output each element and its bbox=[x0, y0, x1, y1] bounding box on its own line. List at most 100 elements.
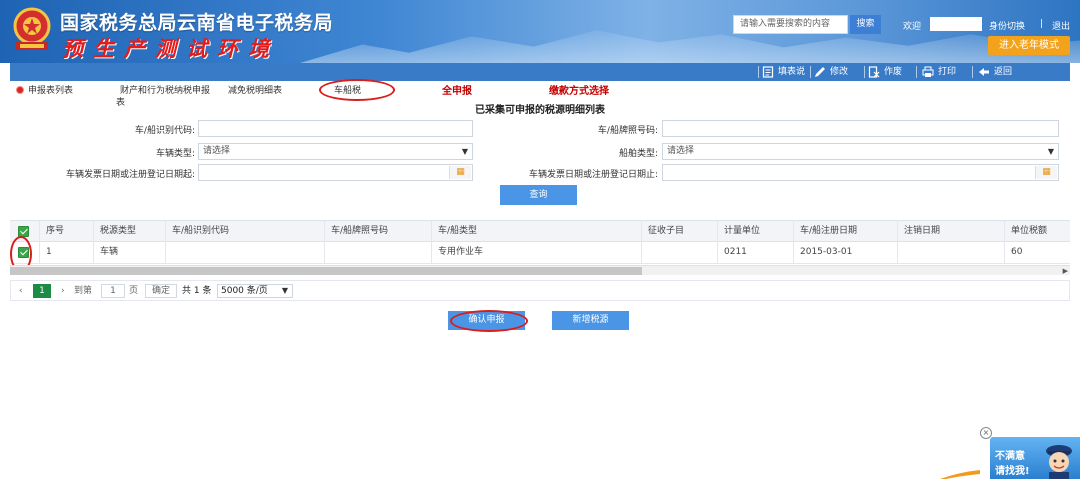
fill-guide-label: 填表说 bbox=[778, 67, 806, 77]
horizontal-scrollbar[interactable]: ▶ bbox=[10, 265, 1070, 275]
tab-property-tax-label: 财产和行为税纳税申报 bbox=[120, 86, 211, 96]
tax-emblem-icon bbox=[13, 7, 51, 50]
select-all-cell[interactable] bbox=[10, 221, 40, 242]
row-checkbox[interactable] bbox=[18, 247, 29, 258]
orange-swoosh-decoration bbox=[940, 470, 980, 479]
print-label: 打印 bbox=[938, 67, 957, 77]
row-select-cell[interactable] bbox=[10, 242, 40, 263]
page-title: 已采集可申报的税源明细列表 bbox=[475, 105, 605, 116]
column-header: 车/船牌照号码 bbox=[325, 221, 432, 242]
void-document-icon bbox=[868, 66, 880, 78]
column-header: 注销日期 bbox=[898, 221, 1005, 242]
fill-guide-button[interactable]: 填表说 bbox=[762, 63, 805, 81]
table-cell: 车辆 bbox=[94, 242, 166, 263]
tab-full-declare[interactable]: 全申报 bbox=[442, 82, 472, 97]
logout-link[interactable]: 退出 bbox=[1052, 19, 1070, 32]
date-start-label: 车辆发票日期或注册登记日期起: bbox=[65, 170, 195, 180]
print-button[interactable]: 打印 bbox=[922, 63, 956, 81]
column-header: 征收子目 bbox=[642, 221, 718, 242]
edit-label: 修改 bbox=[830, 67, 849, 77]
vehicle-type-value: 请选择 bbox=[203, 146, 231, 156]
table-cell bbox=[642, 242, 718, 263]
column-header: 车/船类型 bbox=[432, 221, 642, 242]
calendar-icon[interactable]: ▦ bbox=[449, 166, 471, 179]
calendar-icon[interactable]: ▦ bbox=[1035, 166, 1057, 179]
select-all-checkbox[interactable] bbox=[18, 226, 29, 237]
pagination-bar: ‹ 1 › 到第 1 页 确定 共 1 条 5000 条/页 ▼ bbox=[10, 280, 1070, 301]
tab-declaration-list[interactable]: 申报表列表 bbox=[16, 83, 73, 96]
page-size-value: 5000 条/页 bbox=[221, 286, 268, 296]
plate-label: 车/船牌照号码: bbox=[597, 126, 658, 136]
date-start-input[interactable]: ▦ bbox=[198, 164, 473, 181]
dropdown-arrow-icon: ▼ bbox=[461, 147, 468, 156]
toolbar-divider bbox=[810, 66, 811, 78]
add-tax-source-button[interactable]: 新增税源 bbox=[552, 311, 629, 330]
dropdown-arrow-icon: ▼ bbox=[1047, 147, 1054, 156]
ship-type-select[interactable]: 请选择 ▼ bbox=[662, 143, 1059, 160]
tab-reduction-detail[interactable]: 减免税明细表 bbox=[228, 83, 282, 96]
current-page-button[interactable]: 1 bbox=[33, 284, 51, 298]
prev-page-icon[interactable]: ‹ bbox=[19, 284, 23, 298]
vehicle-type-label: 车辆类型: bbox=[155, 149, 195, 159]
scroll-right-icon[interactable]: ▶ bbox=[1063, 266, 1068, 276]
feedback-line2: 请找我! bbox=[995, 466, 1030, 477]
site-title: 国家税务总局云南省电子税务局 bbox=[60, 12, 334, 34]
toolbar-divider bbox=[916, 66, 917, 78]
dropdown-arrow-icon: ▼ bbox=[281, 286, 288, 295]
column-header: 车/船识别代码 bbox=[166, 221, 325, 242]
column-header: 序号 bbox=[40, 221, 94, 242]
date-end-input[interactable]: ▦ bbox=[662, 164, 1059, 181]
vin-input[interactable] bbox=[198, 120, 473, 137]
column-header: 单位税额 bbox=[1011, 226, 1048, 236]
site-subtitle: 预生产测试环境 bbox=[62, 36, 279, 61]
table-cell: 2015-03-01 bbox=[794, 242, 898, 263]
tab-vehicle-tax[interactable]: 车船税 bbox=[334, 83, 361, 96]
toolbar-divider bbox=[758, 66, 759, 78]
welcome-text: 欢迎 bbox=[903, 22, 922, 32]
void-label: 作废 bbox=[884, 67, 903, 77]
table-cell: 0211 bbox=[718, 242, 794, 263]
plate-input[interactable] bbox=[662, 120, 1059, 137]
tab-payment-method[interactable]: 缴款方式选择 bbox=[549, 82, 609, 97]
feedback-widget[interactable]: 不满意 请找我! bbox=[990, 437, 1080, 479]
toolbar-divider bbox=[972, 66, 973, 78]
goto-confirm-button[interactable]: 确定 bbox=[145, 284, 177, 298]
elder-mode-button[interactable]: 进入老年模式 bbox=[988, 36, 1070, 55]
scrollbar-thumb[interactable] bbox=[10, 267, 642, 275]
site-header: 国家税务总局云南省电子税务局 预生产测试环境 请输入需要搜索的内容 搜索 欢迎 … bbox=[0, 0, 1080, 63]
page: 国家税务总局云南省电子税务局 预生产测试环境 请输入需要搜索的内容 搜索 欢迎 … bbox=[0, 0, 1080, 479]
switch-identity-link[interactable]: 身份切换 bbox=[989, 19, 1025, 32]
table-row[interactable]: 1 车辆 专用作业车 0211 2015-03-01 60 bbox=[10, 242, 1070, 264]
ship-type-value: 请选择 bbox=[667, 146, 695, 156]
edit-button[interactable]: 修改 bbox=[814, 63, 848, 81]
vehicle-type-select[interactable]: 请选择 ▼ bbox=[198, 143, 473, 160]
action-toolbar: 填表说 修改 作废 打印 返回 bbox=[10, 63, 1070, 81]
column-header: 税源类型 bbox=[94, 221, 166, 242]
table-header-row: 序号 税源类型 车/船识别代码 车/船牌照号码 车/船类型 征收子目 计量单位 … bbox=[10, 220, 1070, 242]
column-header: 计量单位 bbox=[718, 221, 794, 242]
pencil-icon bbox=[815, 67, 825, 77]
back-button[interactable]: 返回 bbox=[978, 63, 1012, 81]
confirm-declare-button[interactable]: 确认申报 bbox=[448, 311, 525, 330]
active-dot-icon bbox=[16, 86, 24, 94]
page-size-select[interactable]: 5000 条/页 ▼ bbox=[217, 284, 293, 298]
ship-type-label: 船舶类型: bbox=[618, 149, 658, 159]
void-button[interactable]: 作废 bbox=[868, 63, 902, 81]
tab-declaration-list-label: 申报表列表 bbox=[28, 86, 74, 96]
query-button[interactable]: 查询 bbox=[500, 185, 577, 205]
search-button[interactable]: 搜索 bbox=[850, 15, 881, 34]
table-cell: 专用作业车 bbox=[432, 242, 642, 263]
printer-icon bbox=[922, 66, 934, 77]
tab-property-tax[interactable]: 财产和行为税纳税申报 bbox=[120, 83, 210, 96]
table-cell bbox=[898, 242, 1005, 263]
next-page-icon[interactable]: › bbox=[61, 284, 65, 298]
search-input[interactable]: 请输入需要搜索的内容 bbox=[733, 15, 848, 34]
vin-label: 车/船识别代码: bbox=[134, 126, 195, 136]
table-cell: 60 bbox=[1011, 247, 1023, 257]
table-cell: 1 bbox=[40, 242, 94, 263]
table-cell bbox=[166, 242, 325, 263]
toolbar-divider bbox=[864, 66, 865, 78]
date-end-label: 车辆发票日期或注册登记日期止: bbox=[528, 170, 658, 180]
goto-label: 到第 bbox=[74, 286, 93, 296]
goto-page-input[interactable]: 1 bbox=[101, 284, 125, 298]
